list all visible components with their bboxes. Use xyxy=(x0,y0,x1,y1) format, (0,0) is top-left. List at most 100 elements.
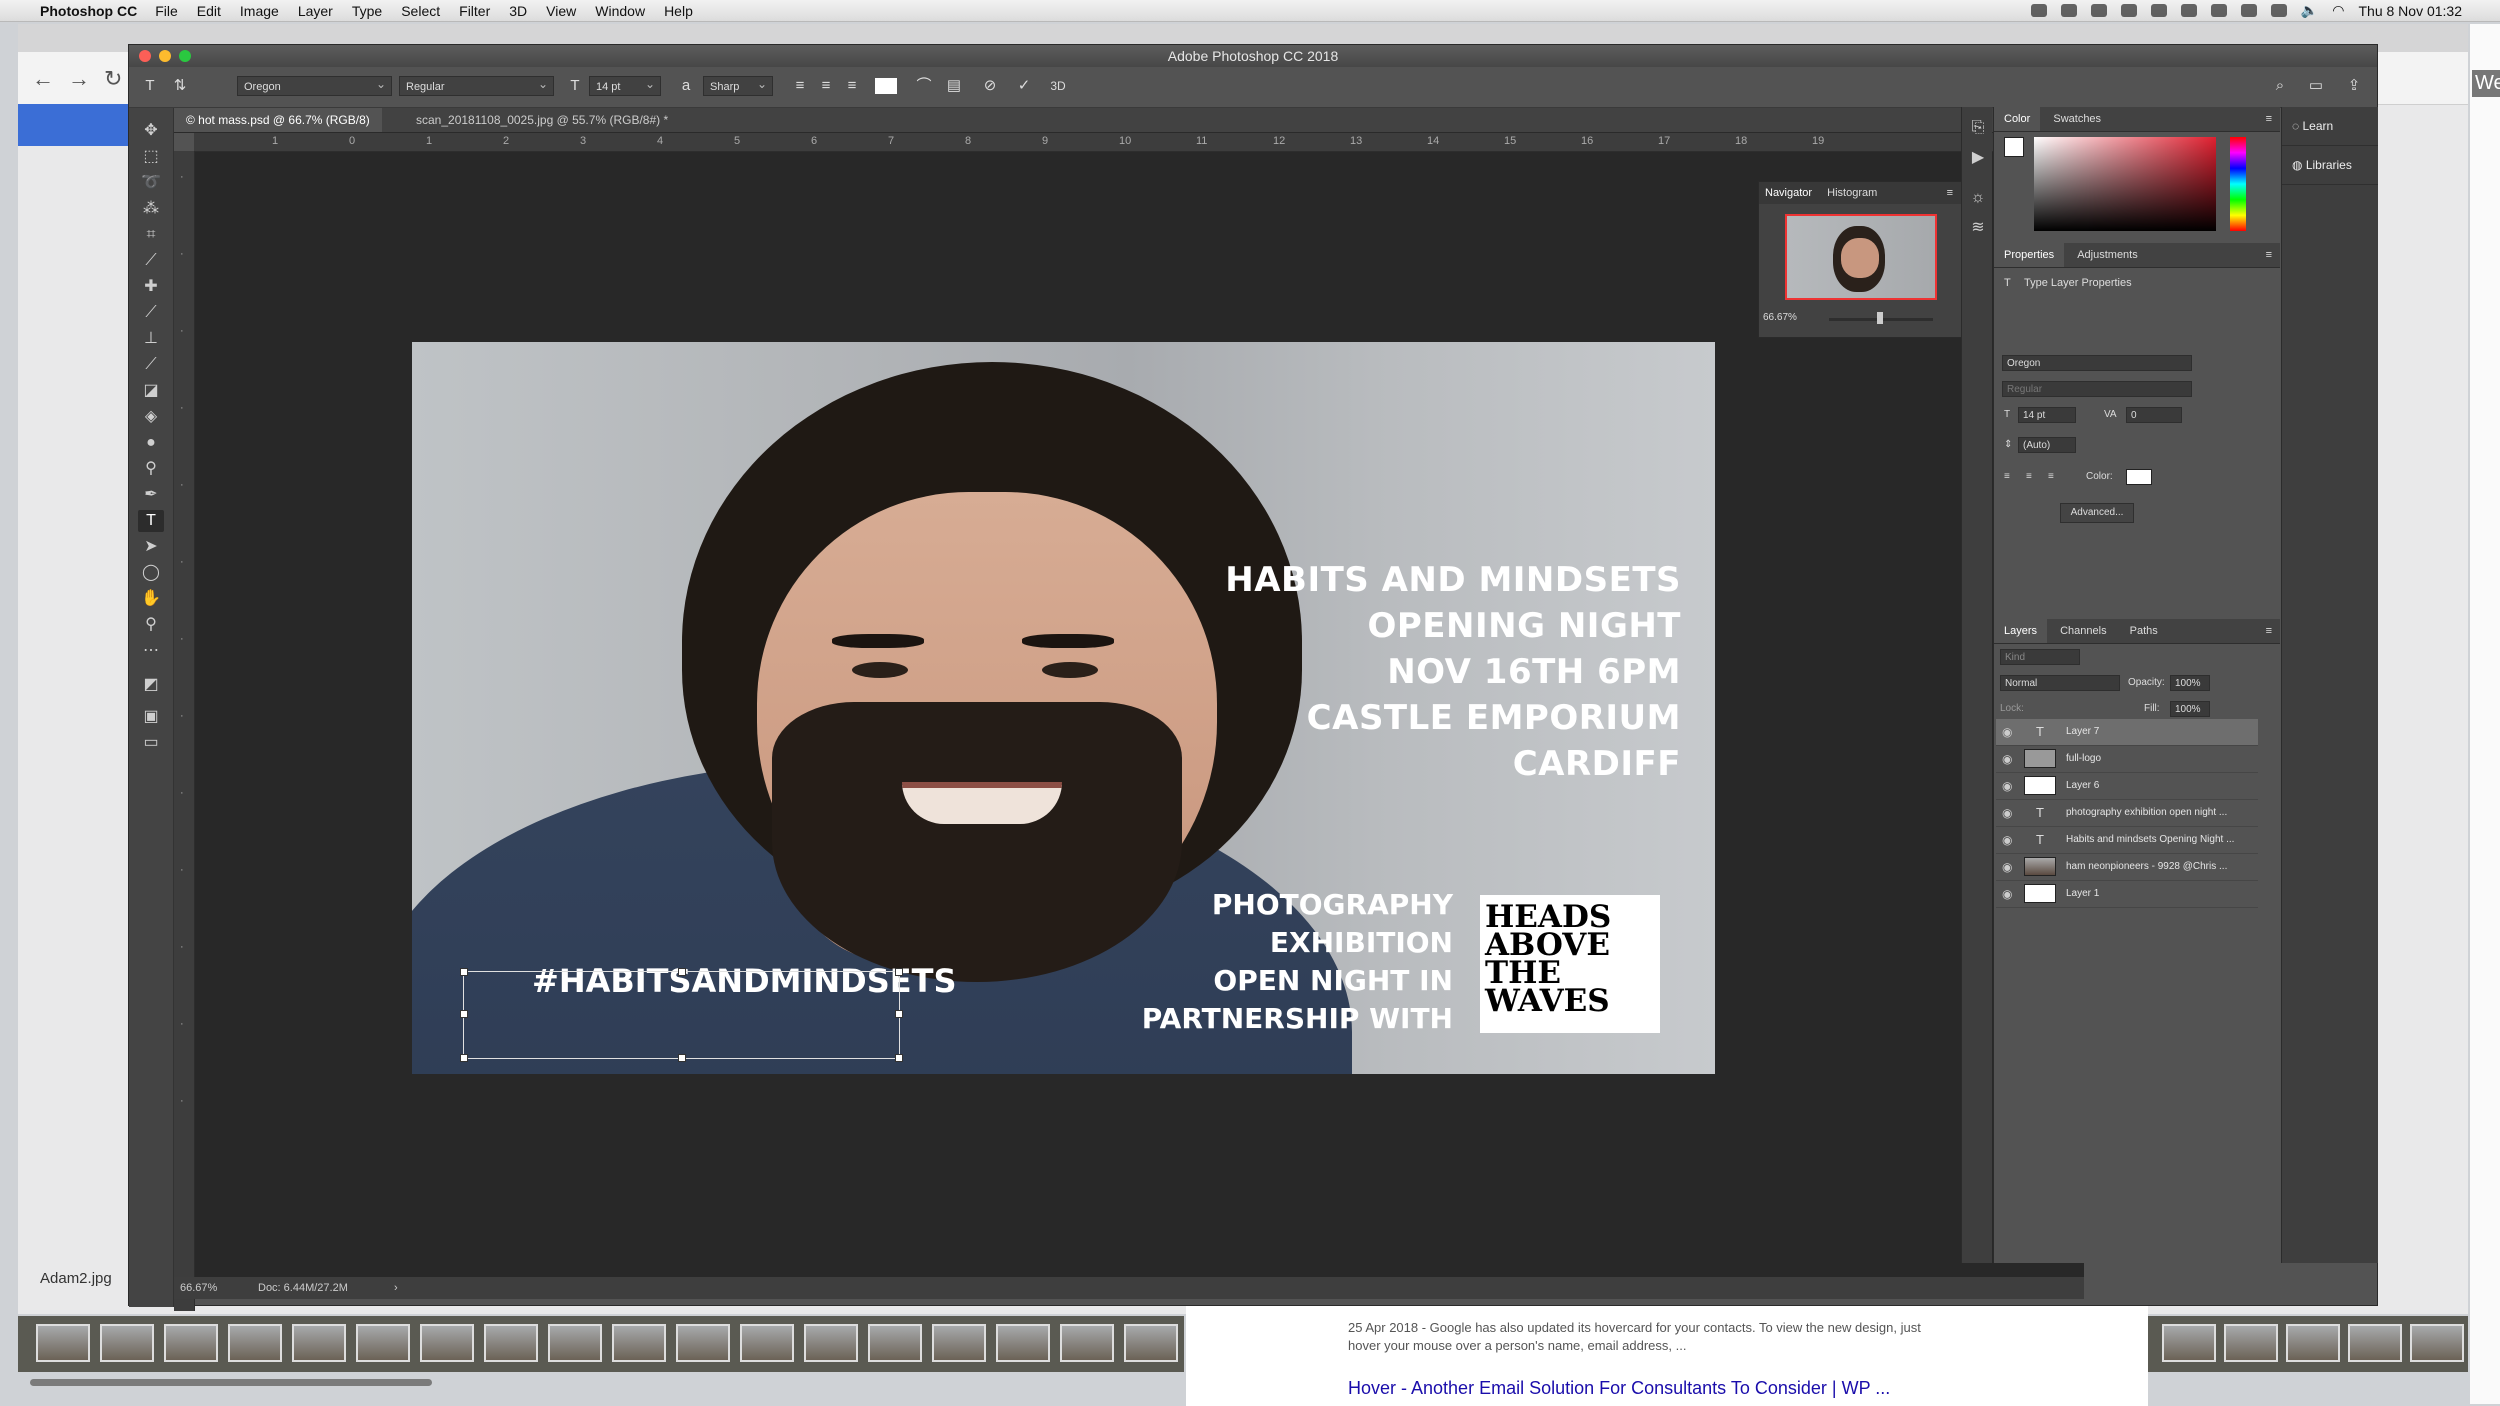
close-window-icon[interactable] xyxy=(139,50,151,62)
fill-field[interactable]: 100% xyxy=(2170,701,2210,717)
menu-filter[interactable]: Filter xyxy=(459,3,490,19)
film-thumbnail[interactable] xyxy=(420,1324,474,1362)
menu-select[interactable]: Select xyxy=(401,3,440,19)
visibility-eye-icon[interactable]: ◉ xyxy=(2002,800,2012,826)
magic-wand-tool-icon[interactable]: ⁂ xyxy=(138,198,164,220)
tab-scan[interactable]: scan_20181108_0025.jpg @ 55.7% (RGB/8#) … xyxy=(404,108,680,132)
panel-menu-icon[interactable]: ≡ xyxy=(2266,619,2272,643)
tab-paths[interactable]: Paths xyxy=(2120,619,2168,643)
tab-hot-mass[interactable]: © hot mass.psd @ 66.7% (RGB/8) xyxy=(174,108,382,132)
film-thumbnail[interactable] xyxy=(612,1324,666,1362)
film-thumbnail[interactable] xyxy=(868,1324,922,1362)
panel-menu-icon[interactable]: ≡ xyxy=(1947,182,1953,204)
history-brush-icon[interactable]: ⟋ xyxy=(138,354,164,376)
history-panel-icon[interactable]: ⎘ xyxy=(1965,117,1991,139)
text-color-swatch[interactable] xyxy=(875,78,897,94)
path-selection-icon[interactable]: ➤ xyxy=(138,536,164,558)
align-left-icon[interactable]: ≡ xyxy=(2004,471,2010,482)
properties-font-select[interactable]: Oregon xyxy=(2002,355,2192,371)
text-color-swatch[interactable] xyxy=(2126,469,2152,485)
bluetooth-icon[interactable] xyxy=(2240,4,2257,17)
healing-tool-icon[interactable]: ✚ xyxy=(138,276,164,298)
visibility-eye-icon[interactable]: ◉ xyxy=(2002,854,2012,880)
film-thumbnail[interactable] xyxy=(548,1324,602,1362)
tab-layers[interactable]: Layers xyxy=(1994,619,2048,643)
lasso-tool-icon[interactable]: ➰ xyxy=(138,172,164,194)
learn-item[interactable]: ◌ Learn xyxy=(2282,107,2378,146)
film-thumbnail[interactable] xyxy=(164,1324,218,1362)
film-thumbnail[interactable] xyxy=(36,1324,90,1362)
layer-row[interactable]: ◉ Layer 1 xyxy=(1996,881,2258,908)
film-thumbnail[interactable] xyxy=(484,1324,538,1362)
color-picker-field[interactable] xyxy=(2034,137,2216,231)
properties-tracking-field[interactable]: 0 xyxy=(2126,407,2182,423)
screen-mode-icon[interactable]: ▭ xyxy=(138,732,164,754)
panel-menu-icon[interactable]: ≡ xyxy=(2266,107,2272,131)
film-thumbnail[interactable] xyxy=(228,1324,282,1362)
warp-text-icon[interactable]: ⌒ xyxy=(913,76,935,96)
box-handle[interactable] xyxy=(460,968,468,976)
wifi-icon[interactable]: ◠ xyxy=(2332,2,2344,19)
film-thumbnail[interactable] xyxy=(2410,1324,2464,1362)
layer-kind-filter[interactable]: Kind xyxy=(2000,649,2080,665)
status-arrow-icon[interactable]: › xyxy=(394,1277,398,1299)
font-size-select[interactable]: 14 pt xyxy=(589,74,661,96)
menu-window[interactable]: Window xyxy=(595,3,645,19)
menu-type[interactable]: Type xyxy=(352,3,382,19)
film-thumbnail[interactable] xyxy=(996,1324,1050,1362)
tab-color[interactable]: Color xyxy=(1994,107,2041,131)
box-handle[interactable] xyxy=(460,1010,468,1018)
properties-size-field[interactable]: 14 pt xyxy=(2018,407,2076,423)
type-tool-icon[interactable]: T xyxy=(139,76,161,96)
tab-swatches[interactable]: Swatches xyxy=(2043,107,2111,131)
poster-artwork[interactable]: HABITS AND MINDSETS OPENING NIGHT NOV 16… xyxy=(412,342,1715,1074)
actions-panel-icon[interactable]: ▶ xyxy=(1965,147,1991,169)
navigator-zoom[interactable]: 66.67% xyxy=(1763,312,1797,323)
navigator-zoom-thumb[interactable] xyxy=(1877,312,1883,324)
film-thumbnail[interactable] xyxy=(292,1324,346,1362)
status-icon[interactable] xyxy=(2060,4,2077,17)
move-tool-icon[interactable]: ✥ xyxy=(138,120,164,142)
film-thumbnail[interactable] xyxy=(740,1324,794,1362)
align-right-icon[interactable]: ≡ xyxy=(2048,471,2054,482)
align-left-icon[interactable]: ≡ xyxy=(789,76,811,96)
visibility-eye-icon[interactable]: ◉ xyxy=(2002,827,2012,853)
box-handle[interactable] xyxy=(895,968,903,976)
menu-file[interactable]: File xyxy=(155,3,178,19)
film-thumbnail[interactable] xyxy=(356,1324,410,1362)
tab-navigator[interactable]: Navigator xyxy=(1759,187,1818,199)
properties-leading-field[interactable]: (Auto) xyxy=(2018,437,2076,453)
foreground-color-swatch[interactable] xyxy=(2004,137,2024,157)
layer-row[interactable]: ◉ T Layer 7 xyxy=(1996,719,2258,746)
menu-view[interactable]: View xyxy=(546,3,576,19)
workspace-icon[interactable]: ▭ xyxy=(2305,76,2327,96)
hand-tool-icon[interactable]: ✋ xyxy=(138,588,164,610)
color-swatches-icon[interactable]: ◩ xyxy=(138,674,164,696)
hue-slider[interactable] xyxy=(2230,137,2246,231)
menu-edit[interactable]: Edit xyxy=(197,3,221,19)
adjustments-panel-icon[interactable]: ☼ xyxy=(1965,187,1991,209)
layer-row[interactable]: ◉ T Habits and mindsets Opening Night ..… xyxy=(1996,827,2258,854)
status-icon[interactable] xyxy=(2150,4,2167,17)
horizontal-scrollbar[interactable] xyxy=(30,1379,432,1386)
eraser-tool-icon[interactable]: ◪ xyxy=(138,380,164,402)
cancel-edit-icon[interactable]: ⊘ xyxy=(979,76,1001,96)
tab-histogram[interactable]: Histogram xyxy=(1821,187,1883,199)
paint-bucket-icon[interactable]: ◈ xyxy=(138,406,164,428)
layer-row[interactable]: ◉ T photography exhibition open night ..… xyxy=(1996,800,2258,827)
libraries-item[interactable]: ◍ Libraries xyxy=(2282,146,2378,185)
film-thumbnail[interactable] xyxy=(2224,1324,2278,1362)
visibility-eye-icon[interactable]: ◉ xyxy=(2002,719,2012,745)
more-tools-icon[interactable]: ⋯ xyxy=(138,640,164,662)
box-handle[interactable] xyxy=(895,1054,903,1062)
box-handle[interactable] xyxy=(460,1054,468,1062)
tab-channels[interactable]: Channels xyxy=(2050,619,2116,643)
search-result-link[interactable]: Hover - Another Email Solution For Consu… xyxy=(1348,1378,1890,1399)
film-thumbnail[interactable] xyxy=(2348,1324,2402,1362)
film-thumbnail[interactable] xyxy=(2286,1324,2340,1362)
minimize-window-icon[interactable] xyxy=(159,50,171,62)
brush-settings-icon[interactable]: ≋ xyxy=(1965,217,1991,239)
stamp-tool-icon[interactable]: ⊥ xyxy=(138,328,164,350)
blur-tool-icon[interactable]: ● xyxy=(138,432,164,454)
search-icon[interactable]: ⌕ xyxy=(2269,76,2291,96)
